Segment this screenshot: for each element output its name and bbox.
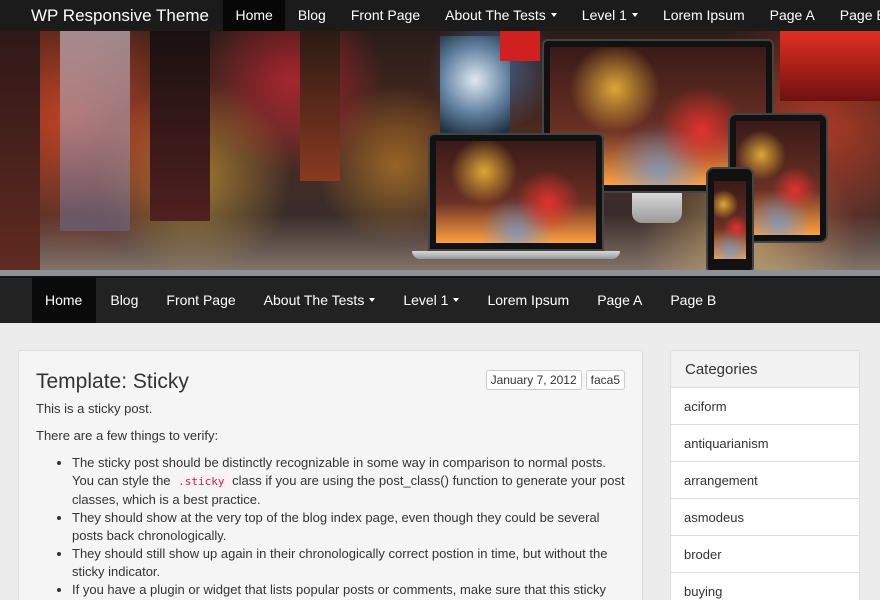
- banner-laptop: [428, 133, 604, 251]
- post-class-function: post_class(): [378, 473, 449, 488]
- site-brand[interactable]: WP Responsive Theme: [0, 6, 223, 26]
- list-item: The sticky post should be distinctly rec…: [72, 454, 625, 509]
- main-nav-lorem-ipsum[interactable]: Lorem Ipsum: [473, 278, 583, 323]
- category-link-aciform[interactable]: aciform: [671, 388, 859, 425]
- header-banner-image: [0, 31, 880, 276]
- sticky-class-code: .sticky: [174, 474, 229, 489]
- list-item: They should show at the very top of the …: [72, 509, 625, 545]
- list-item: If you have a plugin or widget that list…: [72, 581, 625, 599]
- sticky-post: Template: Sticky January 7, 2012 faca5 T…: [18, 350, 643, 600]
- main-nav-front-page[interactable]: Front Page: [152, 278, 249, 323]
- top-nav-blog[interactable]: Blog: [285, 0, 338, 31]
- category-link-buying[interactable]: buying: [671, 573, 859, 600]
- top-nav-page-a[interactable]: Page A: [757, 0, 827, 31]
- category-link-antiquarianism[interactable]: antiquarianism: [671, 425, 859, 462]
- top-nav-menu: Home Blog Front Page About The Tests Lev…: [222, 0, 880, 31]
- caret-down-icon: [550, 13, 557, 18]
- caret-down-icon: [369, 298, 376, 303]
- main-nav-blog[interactable]: Blog: [96, 278, 152, 323]
- top-nav-front-page[interactable]: Front Page: [338, 0, 432, 31]
- main-nav-home[interactable]: Home: [32, 278, 97, 323]
- post-lead: There are a few things to verify:: [36, 428, 219, 443]
- post-author-badge[interactable]: faca5: [585, 370, 625, 390]
- post-intro: This is a sticky post.: [36, 401, 153, 416]
- banner-building: [300, 31, 340, 181]
- main-nav-level-1[interactable]: Level 1: [389, 278, 473, 323]
- list-item: They should still show up again in their…: [72, 545, 625, 581]
- top-navbar: WP Responsive Theme Home Blog Front Page…: [0, 0, 880, 31]
- caret-down-icon: [631, 13, 638, 18]
- post-date-badge[interactable]: January 7, 2012: [485, 370, 582, 390]
- banner-building: [60, 31, 130, 231]
- category-link-broder[interactable]: broder: [671, 536, 859, 573]
- banner-sign: [780, 31, 880, 101]
- main-nav-about-the-tests[interactable]: About The Tests: [250, 278, 390, 323]
- banner-building: [0, 31, 40, 271]
- main-nav-page-b[interactable]: Page B: [656, 278, 730, 323]
- top-nav-home[interactable]: Home: [222, 0, 286, 31]
- category-link-asmodeus[interactable]: asmodeus: [671, 499, 859, 536]
- banner-sign: [500, 31, 540, 61]
- caret-down-icon: [453, 298, 460, 303]
- categories-widget: Categories aciform antiquarianism arrang…: [670, 350, 860, 600]
- top-nav-level-1[interactable]: Level 1: [569, 0, 650, 31]
- main-navbar: Home Blog Front Page About The Tests Lev…: [0, 276, 880, 323]
- post-meta: January 7, 2012 faca5: [485, 370, 625, 390]
- top-nav-lorem-ipsum[interactable]: Lorem Ipsum: [650, 0, 757, 31]
- banner-building: [150, 31, 210, 221]
- top-nav-page-b[interactable]: Page B: [827, 0, 880, 31]
- main-nav-page-a[interactable]: Page A: [583, 278, 656, 323]
- category-link-arrangement[interactable]: arrangement: [671, 462, 859, 499]
- post-checklist: The sticky post should be distinctly rec…: [36, 454, 625, 599]
- banner-phone: [706, 167, 754, 275]
- categories-title: Categories: [671, 351, 859, 388]
- top-nav-about-the-tests[interactable]: About The Tests: [433, 0, 570, 31]
